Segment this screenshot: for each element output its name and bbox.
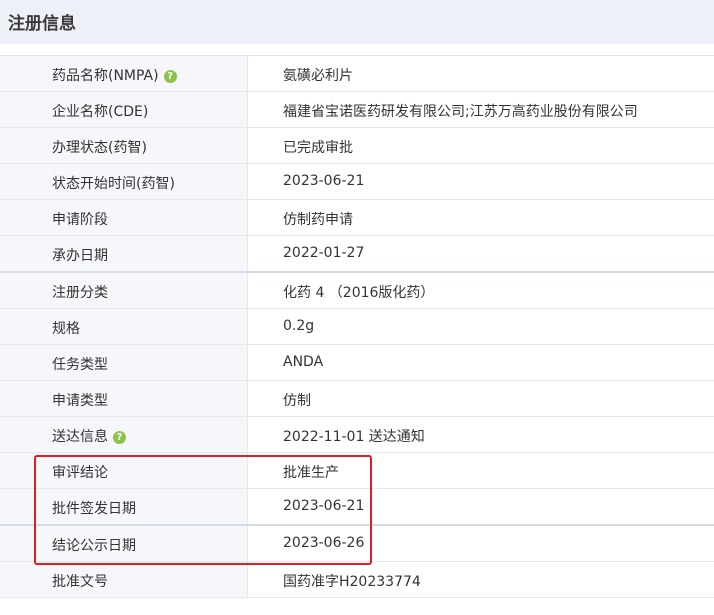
label-cell: 批准文号: [0, 562, 248, 597]
table-row: 办理状态(药智) 已完成审批: [0, 128, 714, 164]
row-value-issue-date: 2023-06-21: [283, 498, 365, 514]
label-cell: 承办日期: [0, 236, 248, 271]
row-label-stage: 申请阶段: [52, 212, 108, 228]
table-row: 批准文号 国药准字H20233774: [0, 562, 714, 598]
label-cell: 送达信息?: [0, 417, 248, 452]
table-row: 任务类型 ANDA: [0, 345, 714, 381]
row-label-approval-number: 批准文号: [52, 574, 108, 590]
table-row: 送达信息? 2022-11-01 送达通知: [0, 417, 714, 453]
label-cell: 规格: [0, 309, 248, 344]
row-label-spec: 规格: [52, 321, 80, 337]
row-value-delivery: 2022-11-01 送达通知: [283, 429, 425, 445]
question-help-icon[interactable]: ?: [163, 70, 177, 83]
row-label-status: 办理状态(药智): [52, 140, 147, 156]
table-row: 批件签发日期 2023-06-21: [0, 489, 714, 526]
row-label-delivery: 送达信息?: [52, 426, 126, 446]
label-cell: 办理状态(药智): [0, 128, 248, 163]
label-cell: 状态开始时间(药智): [0, 164, 248, 199]
section-title: 注册信息: [8, 14, 76, 34]
label-cell: 药品名称(NMPA)?: [0, 56, 248, 91]
row-value-company: 福建省宝诺医药研发有限公司;江苏万高药业股份有限公司: [283, 104, 638, 120]
label-cell: 企业名称(CDE): [0, 92, 248, 127]
table-row: 企业名称(CDE) 福建省宝诺医药研发有限公司;江苏万高药业股份有限公司: [0, 92, 714, 128]
registration-info-table: 药品名称(NMPA)? 氨磺必利片 企业名称(CDE) 福建省宝诺医药研发有限公…: [0, 55, 714, 598]
label-cell: 任务类型: [0, 345, 248, 380]
row-label-company: 企业名称(CDE): [52, 104, 149, 120]
row-label-accept-date: 承办日期: [52, 248, 108, 264]
row-value-drug-name: 氨磺必利片: [283, 68, 353, 84]
table-row: 审评结论 批准生产: [0, 453, 714, 489]
row-label-task-type: 任务类型: [52, 357, 108, 373]
label-cell: 注册分类: [0, 273, 248, 308]
row-value-review-conclusion: 批准生产: [283, 465, 339, 481]
row-label-review-conclusion: 审评结论: [52, 465, 108, 481]
table-row: 申请类型 仿制: [0, 381, 714, 417]
section-header: 注册信息: [0, 0, 714, 44]
table-row: 申请阶段 仿制药申请: [0, 200, 714, 236]
table-row: 状态开始时间(药智) 2023-06-21: [0, 164, 714, 200]
row-label-drug-name: 药品名称(NMPA)?: [52, 65, 177, 85]
row-value-status: 已完成审批: [283, 140, 353, 156]
table-row: 承办日期 2022-01-27: [0, 236, 714, 273]
label-cell: 申请类型: [0, 381, 248, 416]
row-label-status-start: 状态开始时间(药智): [52, 176, 175, 192]
table-row: 规格 0.2g: [0, 309, 714, 345]
row-label-publish-date: 结论公示日期: [52, 538, 136, 554]
table-row: 药品名称(NMPA)? 氨磺必利片: [0, 56, 714, 92]
row-value-apply-type: 仿制: [283, 393, 311, 409]
label-cell: 结论公示日期: [0, 526, 248, 561]
row-label-apply-type: 申请类型: [52, 393, 108, 409]
table-row: 结论公示日期 2023-06-26: [0, 526, 714, 562]
label-cell: 申请阶段: [0, 200, 248, 235]
question-help-icon[interactable]: ?: [113, 431, 126, 444]
label-cell: 批件签发日期: [0, 489, 248, 524]
row-value-spec: 0.2g: [283, 318, 315, 334]
table-row: 注册分类 化药 4 （2016版化药）: [0, 273, 714, 309]
label-cell: 审评结论: [0, 453, 248, 488]
row-value-publish-date: 2023-06-26: [283, 535, 365, 551]
row-value-accept-date: 2022-01-27: [283, 245, 365, 261]
row-value-approval-number: 国药准字H20233774: [283, 574, 421, 590]
row-value-task-type: ANDA: [283, 354, 324, 370]
row-label-category: 注册分类: [52, 285, 108, 301]
row-label-issue-date: 批件签发日期: [52, 501, 136, 517]
row-value-status-start: 2023-06-21: [283, 173, 365, 189]
row-value-category: 化药 4 （2016版化药）: [283, 285, 435, 301]
row-value-stage: 仿制药申请: [283, 212, 353, 228]
